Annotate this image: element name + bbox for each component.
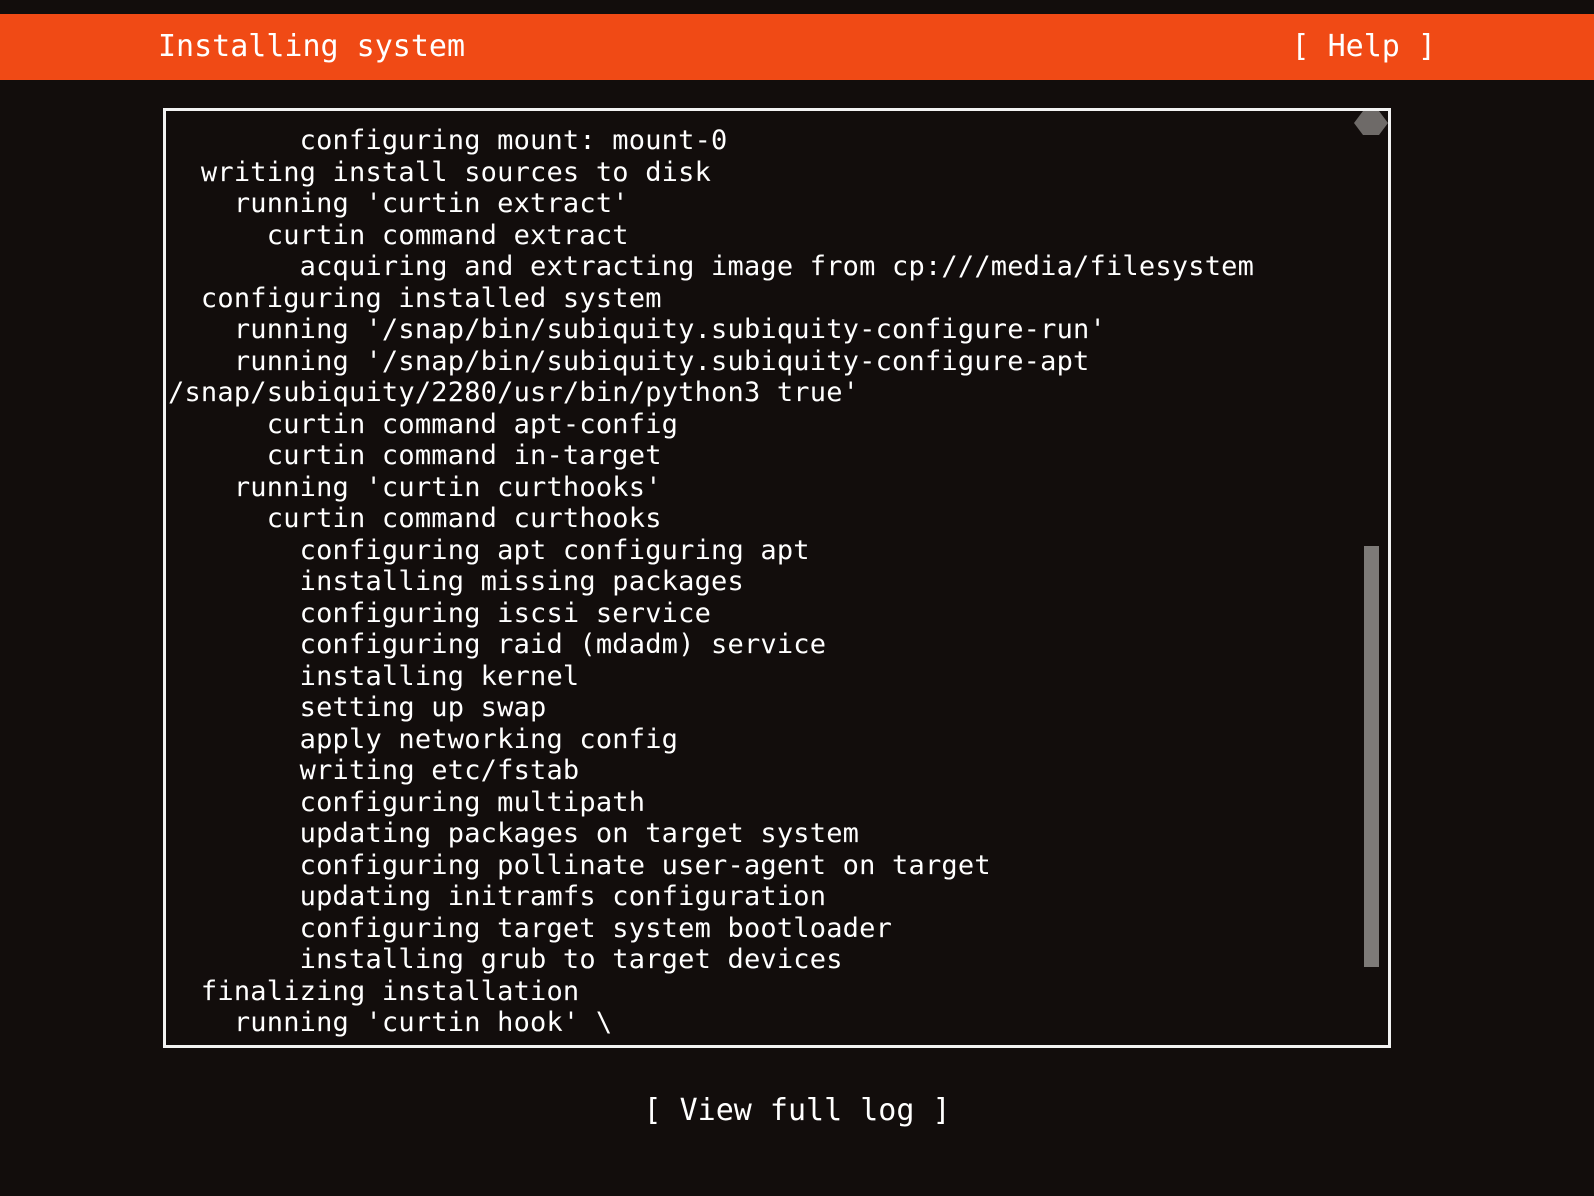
header-bar: Installing system [ Help ] — [0, 14, 1594, 80]
log-line: configuring apt configuring apt — [168, 534, 810, 566]
log-line: running 'curtin curthooks' — [168, 471, 662, 503]
log-line: running '/snap/bin/subiquity.subiquity-c… — [168, 314, 1106, 345]
log-line: running 'curtin extract' — [168, 188, 629, 219]
log-line: configuring iscsi service — [168, 597, 712, 629]
footer-bar: [ View full log ] — [0, 1096, 1594, 1126]
log-line: apply networking config — [168, 723, 679, 755]
log-line: running 'curtin hook' \ — [168, 1007, 613, 1038]
log-line: configuring mount: mount-0 — [168, 125, 728, 156]
log-scrollbar[interactable] — [1354, 111, 1388, 1045]
log-line: acquiring and extracting image from cp:/… — [168, 251, 1255, 282]
log-line: configuring installed system — [168, 282, 662, 314]
log-line: curtin command extract — [168, 219, 629, 251]
page-title: Installing system — [158, 29, 466, 64]
installer-screen: Installing system [ Help ] configuring m… — [0, 0, 1594, 1196]
view-full-log-button[interactable]: [ View full log ] — [643, 1096, 950, 1126]
log-line: configuring pollinate user-agent on targ… — [168, 849, 991, 881]
log-line: /snap/subiquity/2280/usr/bin/python3 tru… — [168, 377, 860, 408]
log-line: installing grub to target devices — [168, 944, 843, 975]
log-line: configuring raid (mdadm) service — [168, 629, 827, 660]
install-log-panel: configuring mount: mount-0 writing insta… — [163, 108, 1391, 1048]
log-line: setting up swap — [168, 692, 547, 723]
scroll-down-arrow-icon[interactable] — [1354, 123, 1388, 135]
log-line: updating packages on target system — [168, 818, 860, 849]
log-line: writing install sources to disk — [168, 156, 712, 188]
install-log-lines: configuring mount: mount-0 writing insta… — [166, 111, 1354, 1045]
scrollbar-thumb[interactable] — [1364, 546, 1379, 968]
log-line: installing missing packages — [168, 566, 744, 597]
log-line: writing etc/fstab — [168, 755, 580, 786]
log-line: configuring target system bootloader — [168, 912, 893, 944]
scroll-up-arrow-icon[interactable] — [1354, 111, 1388, 123]
log-line: curtin command curthooks — [168, 503, 662, 534]
log-line: curtin command in-target — [168, 440, 662, 471]
log-line: updating initramfs configuration — [168, 881, 827, 912]
log-line: configuring multipath — [168, 786, 646, 818]
help-button[interactable]: [ Help ] — [1292, 32, 1437, 62]
log-line: curtin command apt-config — [168, 408, 679, 440]
log-line: installing kernel — [168, 660, 580, 692]
log-line: finalizing installation — [168, 975, 580, 1007]
log-line: running '/snap/bin/subiquity.subiquity-c… — [168, 345, 1090, 377]
